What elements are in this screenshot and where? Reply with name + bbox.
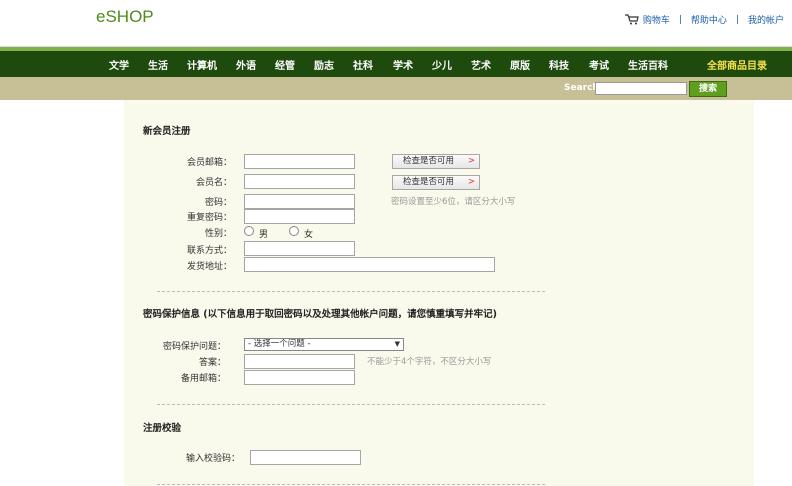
address-field[interactable] xyxy=(244,257,495,272)
address-label: 发货地址： xyxy=(186,262,232,272)
gender-label: 性别： xyxy=(204,229,232,239)
answer-field[interactable] xyxy=(244,354,355,369)
nav-all-catalog[interactable]: 全部商品目录 xyxy=(707,57,767,72)
caret-down-icon: ▼ xyxy=(394,340,400,348)
check-username-label: 检查是否可用 xyxy=(403,177,455,187)
divider: | xyxy=(678,14,682,25)
verify-section-title: 注册校验 xyxy=(143,423,182,434)
divider: | xyxy=(735,14,739,25)
search-label: Search xyxy=(564,83,599,93)
nav-item-languages[interactable]: 外语 xyxy=(236,57,256,72)
password-label: 密码： xyxy=(204,198,232,208)
confirm-password-label: 重复密码： xyxy=(186,213,232,223)
email-label: 会员邮箱： xyxy=(186,158,232,168)
top-header: eSHOP 购物车 | 帮助中心 | 我的帐户 xyxy=(0,0,792,47)
answer-label: 答案： xyxy=(198,358,226,368)
answer-hint: 不能少于4个字符，不区分大小写 xyxy=(367,357,492,367)
username-label: 会员名： xyxy=(195,178,232,188)
search-button[interactable]: 搜索 xyxy=(689,81,727,97)
security-question-label: 密码保护问题： xyxy=(162,342,226,352)
security-question-value: - 选择一个问题 - xyxy=(248,339,311,349)
nav-item-computer[interactable]: 计算机 xyxy=(187,57,217,72)
backup-email-field[interactable] xyxy=(244,370,355,385)
search-bar: Search 搜索 xyxy=(0,77,792,100)
nav-item-original[interactable]: 原版 xyxy=(510,57,530,72)
confirm-password-field[interactable] xyxy=(244,209,355,224)
nav-item-technology[interactable]: 科技 xyxy=(549,57,569,72)
gender-male-radio[interactable] xyxy=(244,226,254,236)
search-input[interactable] xyxy=(595,82,687,95)
nav-item-art[interactable]: 艺术 xyxy=(471,57,491,72)
cart-link[interactable]: 购物车 xyxy=(643,13,670,26)
registration-panel: 新会员注册 会员邮箱： 检查是否可用 > 会员名： 检查是否可用 > 密码： 密码设… xyxy=(124,100,754,486)
category-nav: 文学 生活 计算机 外语 经管 励志 社科 学术 少儿 艺术 原版 科技 考试 … xyxy=(0,51,792,77)
email-field[interactable] xyxy=(244,154,355,169)
nav-item-life[interactable]: 生活 xyxy=(148,57,168,72)
top-links: 购物车 | 帮助中心 | 我的帐户 xyxy=(624,13,784,26)
nav-item-exams[interactable]: 考试 xyxy=(589,57,609,72)
contact-label: 联系方式： xyxy=(186,246,232,256)
nav-item-life-encyclopedia[interactable]: 生活百科 xyxy=(628,57,668,72)
verification-code-field[interactable] xyxy=(250,450,361,465)
contact-field[interactable] xyxy=(244,241,355,256)
check-email-button[interactable]: 检查是否可用 > xyxy=(392,154,480,169)
nav-item-social-science[interactable]: 社科 xyxy=(353,57,373,72)
security-section-title: 密码保护信息 (以下信息用于取回密码以及处理其他帐户问题，请您慎重填写并牢记) xyxy=(143,309,497,320)
username-field[interactable] xyxy=(244,174,355,189)
security-question-select[interactable]: - 选择一个问题 - ▼ xyxy=(244,338,404,351)
nav-item-literature[interactable]: 文学 xyxy=(109,57,129,72)
section-divider xyxy=(157,484,545,485)
nav-item-children[interactable]: 少儿 xyxy=(432,57,452,72)
cart-icon[interactable] xyxy=(624,14,639,25)
nav-item-academic[interactable]: 学术 xyxy=(393,57,413,72)
help-center-link[interactable]: 帮助中心 xyxy=(691,13,727,26)
gender-male-label: 男 xyxy=(259,230,269,240)
nav-item-business[interactable]: 经管 xyxy=(275,57,295,72)
check-email-label: 检查是否可用 xyxy=(403,156,455,166)
gender-female-radio[interactable] xyxy=(289,226,299,236)
gender-female-label: 女 xyxy=(304,230,314,240)
section-divider xyxy=(157,291,545,292)
password-field[interactable] xyxy=(244,194,355,209)
verification-code-label: 输入校验码： xyxy=(185,454,240,464)
password-hint: 密码设置至少6位，请区分大小写 xyxy=(391,197,516,207)
nav-item-inspiration[interactable]: 励志 xyxy=(314,57,334,72)
check-username-button[interactable]: 检查是否可用 > xyxy=(392,175,480,190)
register-section-title: 新会员注册 xyxy=(143,126,191,137)
chevron-right-icon: > xyxy=(467,156,475,166)
chevron-right-icon: > xyxy=(467,177,475,187)
backup-email-label: 备用邮箱： xyxy=(180,374,226,384)
section-divider xyxy=(157,404,545,405)
site-logo[interactable]: eSHOP xyxy=(96,7,154,27)
my-account-link[interactable]: 我的帐户 xyxy=(748,13,784,26)
